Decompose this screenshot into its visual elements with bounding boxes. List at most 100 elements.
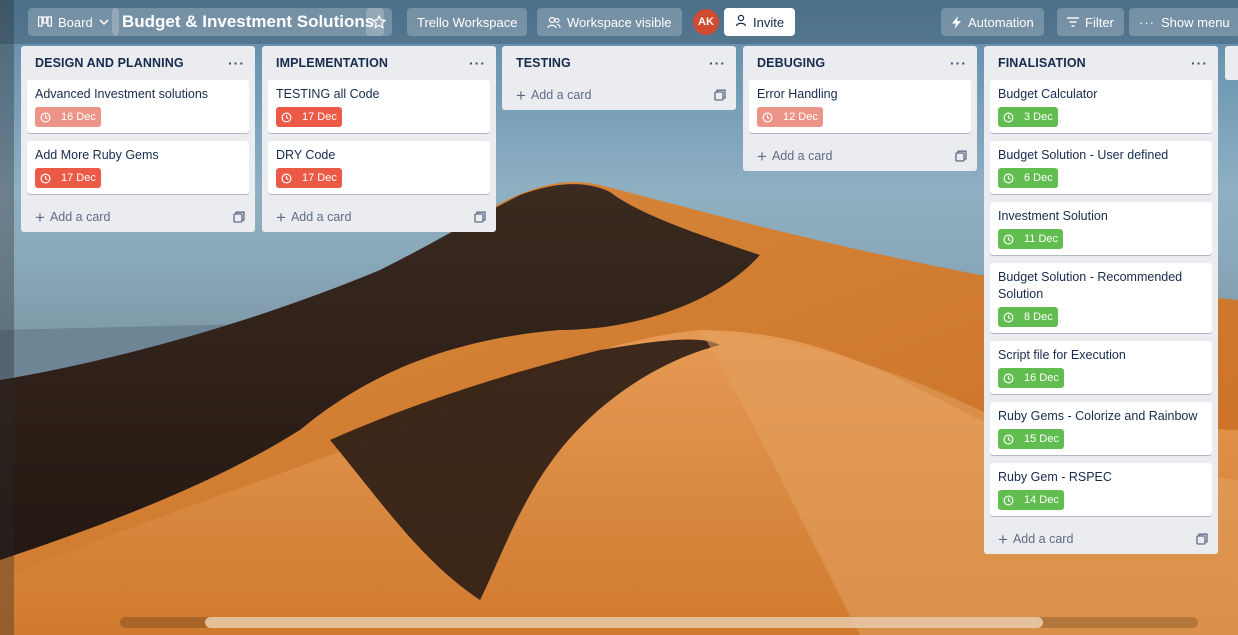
- card[interactable]: TESTING all Code 17 Dec: [268, 80, 490, 133]
- card[interactable]: Script file for Execution 16 Dec: [990, 341, 1212, 394]
- card[interactable]: Ruby Gem - RSPEC 14 Dec: [990, 463, 1212, 516]
- card[interactable]: Error Handling 12 Dec: [749, 80, 971, 133]
- filter-button[interactable]: Filter: [1057, 8, 1124, 36]
- add-card-button[interactable]: + Add a card: [508, 80, 730, 110]
- more-icon: ···: [1139, 14, 1155, 30]
- due-date-badge[interactable]: 8 Dec: [998, 307, 1058, 327]
- due-date-label: 11 Dec: [1024, 233, 1059, 245]
- list-debuging: DEBUGING ··· Error Handling 12 Dec + Add a ca…: [743, 46, 977, 171]
- workspace-button[interactable]: Trello Workspace: [407, 8, 528, 36]
- card[interactable]: Ruby Gems - Colorize and Rainbow 15 Dec: [990, 402, 1212, 455]
- add-card-label: Add a card: [771, 149, 833, 163]
- add-card-label: Add a card: [290, 210, 352, 224]
- card-title: Budget Solution - Recommended Solution: [998, 270, 1183, 301]
- due-date-badge[interactable]: 17 Dec: [276, 168, 342, 188]
- due-date-badge[interactable]: 3 Dec: [998, 107, 1058, 127]
- invite-label: Invite: [753, 14, 785, 30]
- board-scrollbar-thumb[interactable]: [205, 617, 1043, 628]
- star-icon: [372, 15, 386, 29]
- due-date-label: 17 Dec: [302, 172, 337, 184]
- create-from-template-icon[interactable]: [233, 211, 245, 223]
- list-header[interactable]: FINALISATION ···: [990, 46, 1212, 80]
- list-menu-icon[interactable]: ···: [469, 56, 486, 70]
- list-header[interactable]: TESTING ···: [508, 46, 730, 80]
- invite-button[interactable]: Invite: [724, 8, 796, 36]
- clock-icon: [281, 112, 297, 123]
- avatar[interactable]: AK: [693, 9, 719, 35]
- list-menu-icon[interactable]: ···: [709, 56, 726, 70]
- star-button[interactable]: [366, 8, 392, 36]
- card[interactable]: Budget Calculator 3 Dec: [990, 80, 1212, 133]
- due-date-badge[interactable]: 16 Dec: [998, 368, 1064, 388]
- card[interactable]: Budget Solution - User defined 6 Dec: [990, 141, 1212, 194]
- add-person-icon: [735, 14, 748, 30]
- due-date-label: 16 Dec: [61, 111, 96, 123]
- create-from-template-icon[interactable]: [714, 89, 726, 101]
- clock-icon: [1003, 112, 1019, 123]
- add-card-button[interactable]: + Add a card: [27, 202, 249, 232]
- card-title: Script file for Execution: [998, 348, 1126, 362]
- automation-button[interactable]: Automation: [941, 8, 1044, 36]
- clock-icon: [1003, 312, 1019, 323]
- list-header[interactable]: DESIGN AND PLANNING ···: [27, 46, 249, 80]
- next-list-stub: [1225, 46, 1238, 80]
- card-title: Ruby Gem - RSPEC: [998, 470, 1112, 484]
- filter-label: Filter: [1085, 14, 1114, 30]
- board-title[interactable]: Budget & Investment Solutions: [112, 8, 385, 36]
- card-title: DRY Code: [276, 148, 336, 162]
- filter-icon: [1067, 17, 1079, 27]
- board-view-switcher[interactable]: Board: [28, 8, 119, 36]
- due-date-label: 14 Dec: [1024, 494, 1059, 506]
- plus-icon: +: [516, 85, 526, 105]
- add-card-button[interactable]: + Add a card: [268, 202, 490, 232]
- due-date-badge[interactable]: 6 Dec: [998, 168, 1058, 188]
- board-view-label: Board: [58, 14, 93, 30]
- clock-icon: [1003, 173, 1019, 184]
- list-header[interactable]: DEBUGING ···: [749, 46, 971, 80]
- list-finalisation: FINALISATION ··· Budget Calculator 3 Dec Bud…: [984, 46, 1218, 554]
- add-card-label: Add a card: [530, 88, 592, 102]
- card-title: Budget Solution - User defined: [998, 148, 1169, 162]
- create-from-template-icon[interactable]: [474, 211, 486, 223]
- clock-icon: [40, 112, 56, 123]
- due-date-badge[interactable]: 12 Dec: [757, 107, 823, 127]
- list-menu-icon[interactable]: ···: [950, 56, 967, 70]
- card-title: Budget Calculator: [998, 87, 1098, 101]
- list-header[interactable]: IMPLEMENTATION ···: [268, 46, 490, 80]
- card[interactable]: Budget Solution - Recommended Solution 8 …: [990, 263, 1212, 333]
- visibility-button[interactable]: Workspace visible: [537, 8, 682, 36]
- due-date-badge[interactable]: 14 Dec: [998, 490, 1064, 510]
- list-implementation: IMPLEMENTATION ··· TESTING all Code 17 Dec D…: [262, 46, 496, 232]
- list-title: FINALISATION: [998, 56, 1086, 70]
- due-date-badge[interactable]: 17 Dec: [35, 168, 101, 188]
- card[interactable]: Add More Ruby Gems 17 Dec: [27, 141, 249, 194]
- card[interactable]: DRY Code 17 Dec: [268, 141, 490, 194]
- show-menu-button[interactable]: ··· Show menu: [1129, 8, 1238, 36]
- add-card-button[interactable]: + Add a card: [749, 141, 971, 171]
- list-menu-icon[interactable]: ···: [228, 56, 245, 70]
- due-date-label: 17 Dec: [302, 111, 337, 123]
- plus-icon: +: [757, 146, 767, 166]
- create-from-template-icon[interactable]: [955, 150, 967, 162]
- card[interactable]: Advanced Investment solutions 16 Dec: [27, 80, 249, 133]
- due-date-label: 8 Dec: [1024, 311, 1053, 323]
- due-date-label: 15 Dec: [1024, 433, 1059, 445]
- list-title: TESTING: [516, 56, 571, 70]
- create-from-template-icon[interactable]: [1196, 533, 1208, 545]
- card-title: TESTING all Code: [276, 87, 380, 101]
- card[interactable]: Investment Solution 11 Dec: [990, 202, 1212, 255]
- add-card-button[interactable]: + Add a card: [990, 524, 1212, 554]
- list-menu-icon[interactable]: ···: [1191, 56, 1208, 70]
- due-date-label: 6 Dec: [1024, 172, 1053, 184]
- due-date-badge[interactable]: 17 Dec: [276, 107, 342, 127]
- due-date-badge[interactable]: 15 Dec: [998, 429, 1064, 449]
- due-date-badge[interactable]: 16 Dec: [35, 107, 101, 127]
- board-icon: [38, 16, 52, 28]
- list-testing: TESTING ··· + Add a card: [502, 46, 736, 110]
- clock-icon: [1003, 234, 1019, 245]
- due-date-badge[interactable]: 11 Dec: [998, 229, 1064, 249]
- list-design-and-planning: DESIGN AND PLANNING ··· Advanced Investmen…: [21, 46, 255, 232]
- clock-icon: [1003, 373, 1019, 384]
- card-title: Advanced Investment solutions: [35, 87, 209, 101]
- clock-icon: [281, 173, 297, 184]
